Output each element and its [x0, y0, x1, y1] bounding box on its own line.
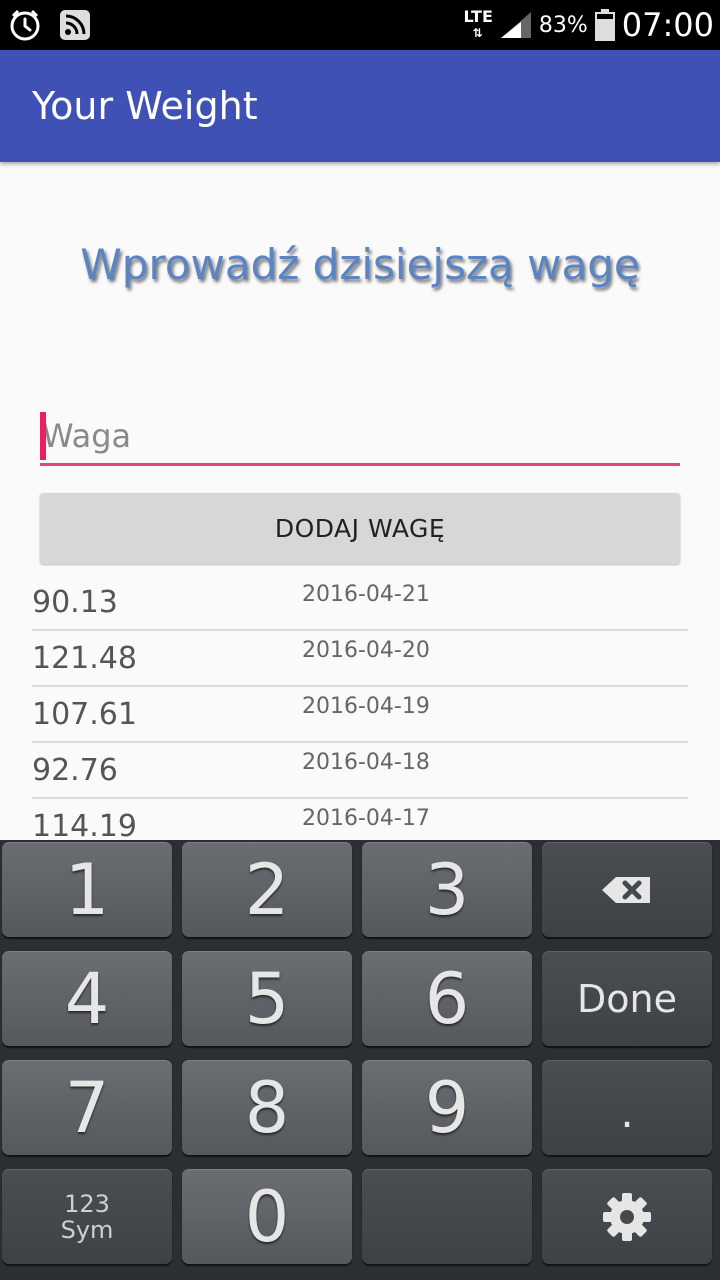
entry-date: 2016-04-19 [302, 694, 430, 719]
list-item[interactable]: 90.13 2016-04-21 [32, 575, 688, 631]
app-title: Your Weight [32, 84, 258, 128]
entry-weight: 114.19 [32, 809, 137, 844]
data-arrows-icon: ⇅ [472, 26, 484, 40]
key-label: 7 [64, 1066, 110, 1149]
numeric-keyboard: 1 2 3 4 5 6 Done 7 8 9 . 123 Sym 0 [0, 840, 720, 1280]
list-item[interactable]: 107.61 2016-04-19 [32, 687, 688, 743]
signal-icon [500, 12, 531, 38]
dot-key[interactable]: . [542, 1060, 712, 1155]
key-label: 8 [244, 1066, 290, 1149]
symbol-label-bottom: Sym [60, 1215, 114, 1244]
key-0[interactable]: 0 [182, 1169, 352, 1264]
key-2[interactable]: 2 [182, 842, 352, 937]
entry-weight: 90.13 [32, 585, 118, 620]
input-underline [40, 463, 680, 466]
settings-gear-icon [603, 1192, 651, 1241]
clock: 07:00 [621, 6, 714, 44]
key-label: 5 [244, 957, 290, 1040]
key-9[interactable]: 9 [362, 1060, 532, 1155]
key-6[interactable]: 6 [362, 951, 532, 1046]
weight-field[interactable] [40, 410, 682, 466]
dot-label: . [620, 1088, 634, 1137]
symbol-label: 123 Sym [61, 1191, 114, 1243]
weight-input[interactable] [40, 410, 682, 462]
key-5[interactable]: 5 [182, 951, 352, 1046]
app-bar: Your Weight [0, 50, 720, 162]
settings-key[interactable] [542, 1169, 712, 1264]
key-label: 0 [244, 1175, 290, 1258]
done-key[interactable]: Done [542, 951, 712, 1046]
key-7[interactable]: 7 [2, 1060, 172, 1155]
entry-weight: 121.48 [32, 641, 137, 676]
key-label: 6 [424, 957, 470, 1040]
backspace-key[interactable] [542, 842, 712, 937]
key-label: 4 [64, 957, 110, 1040]
alarm-icon [10, 9, 40, 41]
key-8[interactable]: 8 [182, 1060, 352, 1155]
battery-icon [594, 9, 615, 41]
key-label: 3 [424, 848, 470, 931]
key-label: 9 [424, 1066, 470, 1149]
network-type: LTE [463, 7, 493, 26]
page-heading: Wprowadź dzisiejszą wagę [80, 240, 640, 289]
weight-history-list: 90.13 2016-04-21 121.48 2016-04-20 107.6… [32, 575, 688, 853]
list-item[interactable]: 121.48 2016-04-20 [32, 631, 688, 687]
network-indicator: LTE ⇅ [463, 9, 492, 41]
status-bar: LTE ⇅ 83% 07:00 [0, 0, 720, 50]
backspace-icon [602, 876, 650, 903]
key-1[interactable]: 1 [2, 842, 172, 937]
symbol-key[interactable]: 123 Sym [2, 1169, 172, 1264]
entry-date: 2016-04-21 [302, 582, 430, 607]
entry-date: 2016-04-18 [302, 750, 430, 775]
key-label: 2 [244, 848, 290, 931]
entry-date: 2016-04-20 [302, 638, 430, 663]
rss-icon [60, 10, 90, 40]
list-item[interactable]: 92.76 2016-04-18 [32, 743, 688, 799]
key-label: 1 [64, 848, 110, 931]
key-4[interactable]: 4 [2, 951, 172, 1046]
text-cursor [40, 412, 46, 460]
battery-percent: 83% [538, 12, 588, 38]
entry-weight: 92.76 [32, 753, 118, 788]
space-key[interactable] [362, 1169, 532, 1264]
entry-date: 2016-04-17 [302, 806, 430, 831]
add-weight-button[interactable]: DODAJ WAGĘ [40, 493, 680, 564]
symbol-label-top: 123 [64, 1189, 110, 1218]
entry-weight: 107.61 [32, 697, 137, 732]
key-3[interactable]: 3 [362, 842, 532, 937]
done-label: Done [577, 976, 677, 1021]
